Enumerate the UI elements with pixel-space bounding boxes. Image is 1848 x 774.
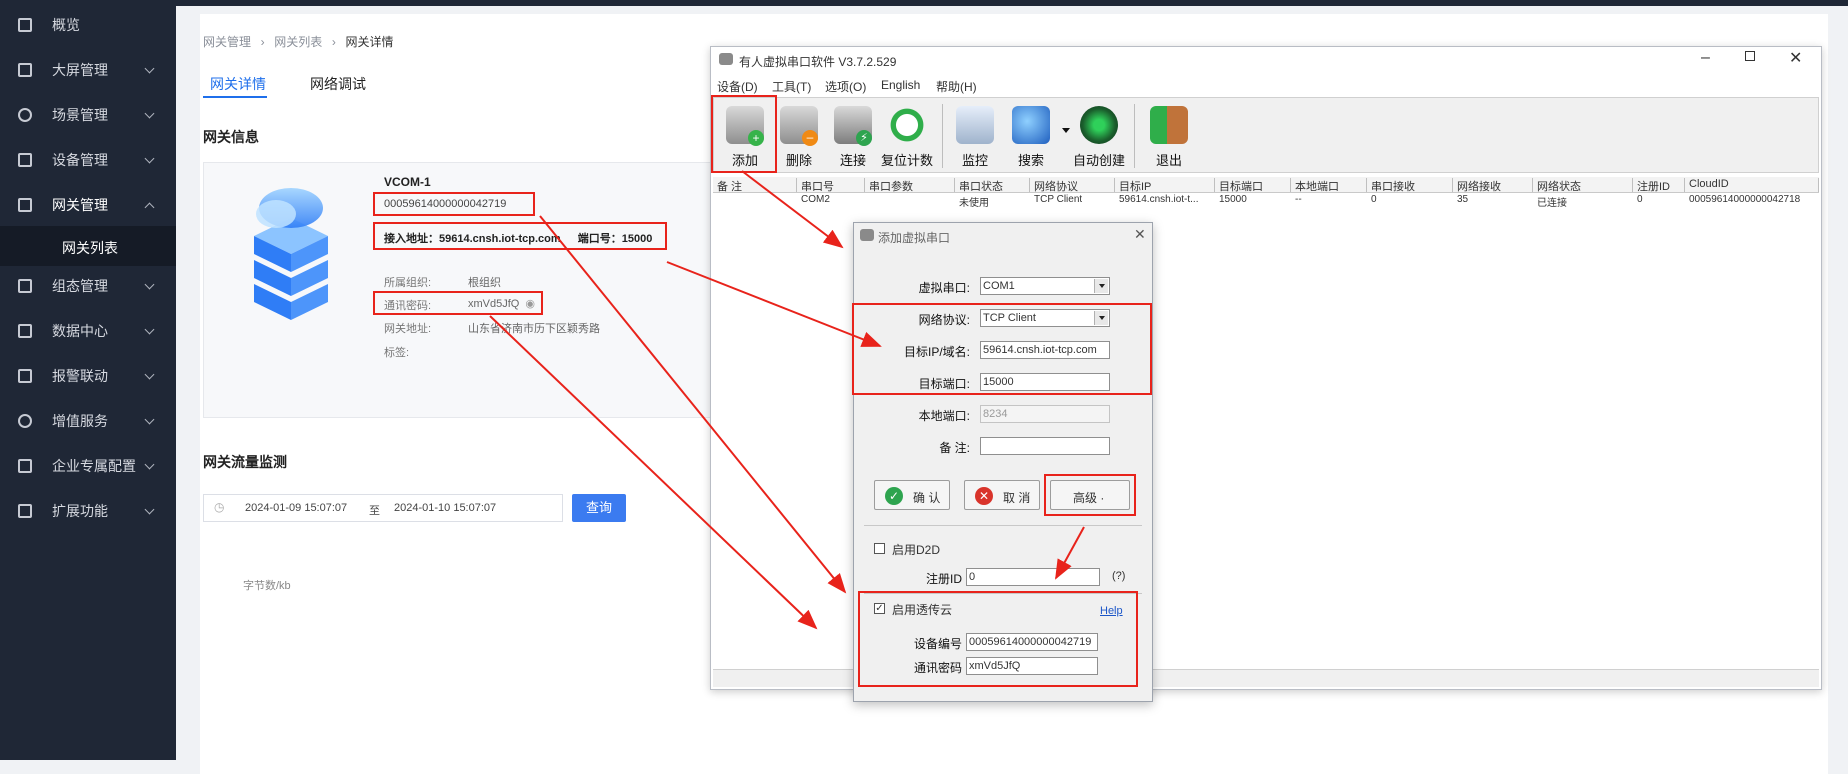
arrow [741, 170, 844, 249]
arrow [489, 315, 818, 630]
annotation-arrows [489, 170, 1085, 630]
arrow [1055, 526, 1085, 580]
arrow [666, 261, 882, 347]
